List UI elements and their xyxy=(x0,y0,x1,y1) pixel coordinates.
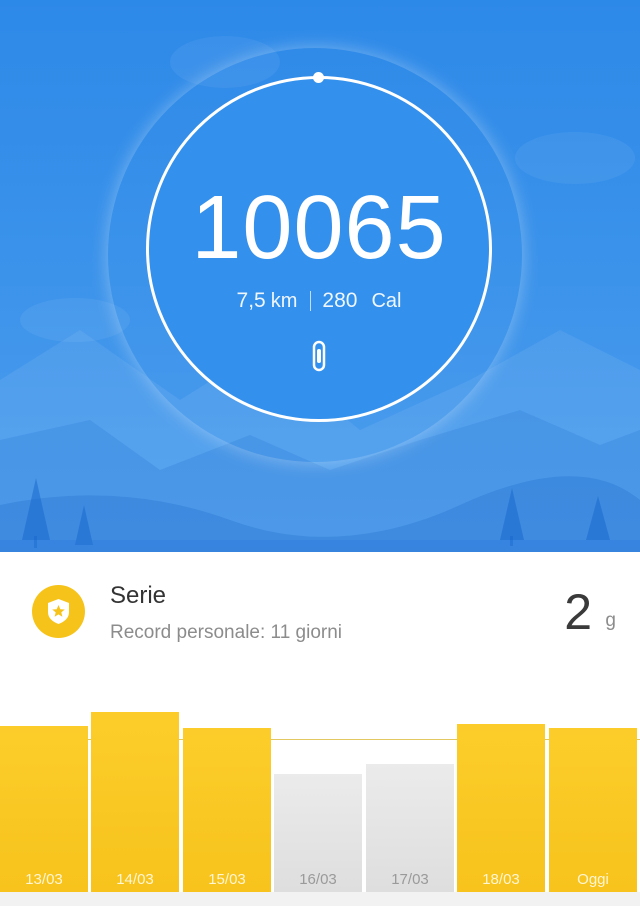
daily-steps-bars: 13/03 14/03 15/03 16/03 17/03 18/03 Oggi xyxy=(0,702,640,892)
day-bar-2[interactable]: 15/03 xyxy=(183,728,271,892)
day-bar-0[interactable]: 13/03 xyxy=(0,726,88,892)
divider xyxy=(310,291,312,312)
streak-card[interactable]: Serie Record personale: 11 giorni 2 g xyxy=(0,552,640,702)
day-label: Oggi xyxy=(577,871,609,888)
day-label: 17/03 xyxy=(391,871,429,888)
day-label: 16/03 xyxy=(299,871,337,888)
footer-divider xyxy=(0,892,640,906)
step-summary-hero[interactable]: 10065 7,5 km 280 Cal xyxy=(0,0,640,552)
calories-value: 280 xyxy=(322,289,358,312)
day-bar-3[interactable]: 16/03 xyxy=(274,774,362,892)
progress-ring-marker xyxy=(313,72,324,83)
distance-value: 7,5 xyxy=(236,289,266,312)
day-bar-6[interactable]: Oggi xyxy=(549,728,637,892)
shield-star-icon xyxy=(48,599,69,624)
day-label: 18/03 xyxy=(482,871,520,888)
calories-unit: Cal xyxy=(371,290,402,312)
day-bar-1[interactable]: 14/03 xyxy=(91,712,179,892)
day-bar-5[interactable]: 18/03 xyxy=(457,724,545,892)
streak-badge-icon xyxy=(32,585,85,638)
distance-unit: km xyxy=(270,290,298,312)
day-label: 13/03 xyxy=(25,871,63,888)
streak-record: Record personale: 11 giorni xyxy=(110,622,343,643)
streak-title: Serie xyxy=(110,582,167,609)
streak-unit: g xyxy=(605,610,616,631)
day-bar-4[interactable]: 17/03 xyxy=(366,764,454,892)
distance-calories-row: 7,5 km 280 Cal xyxy=(146,288,492,314)
day-label: 14/03 xyxy=(116,871,154,888)
fitness-band-icon xyxy=(312,340,326,372)
streak-count: 2 xyxy=(564,584,592,640)
step-count: 10065 xyxy=(191,178,447,278)
day-label: 15/03 xyxy=(208,871,246,888)
